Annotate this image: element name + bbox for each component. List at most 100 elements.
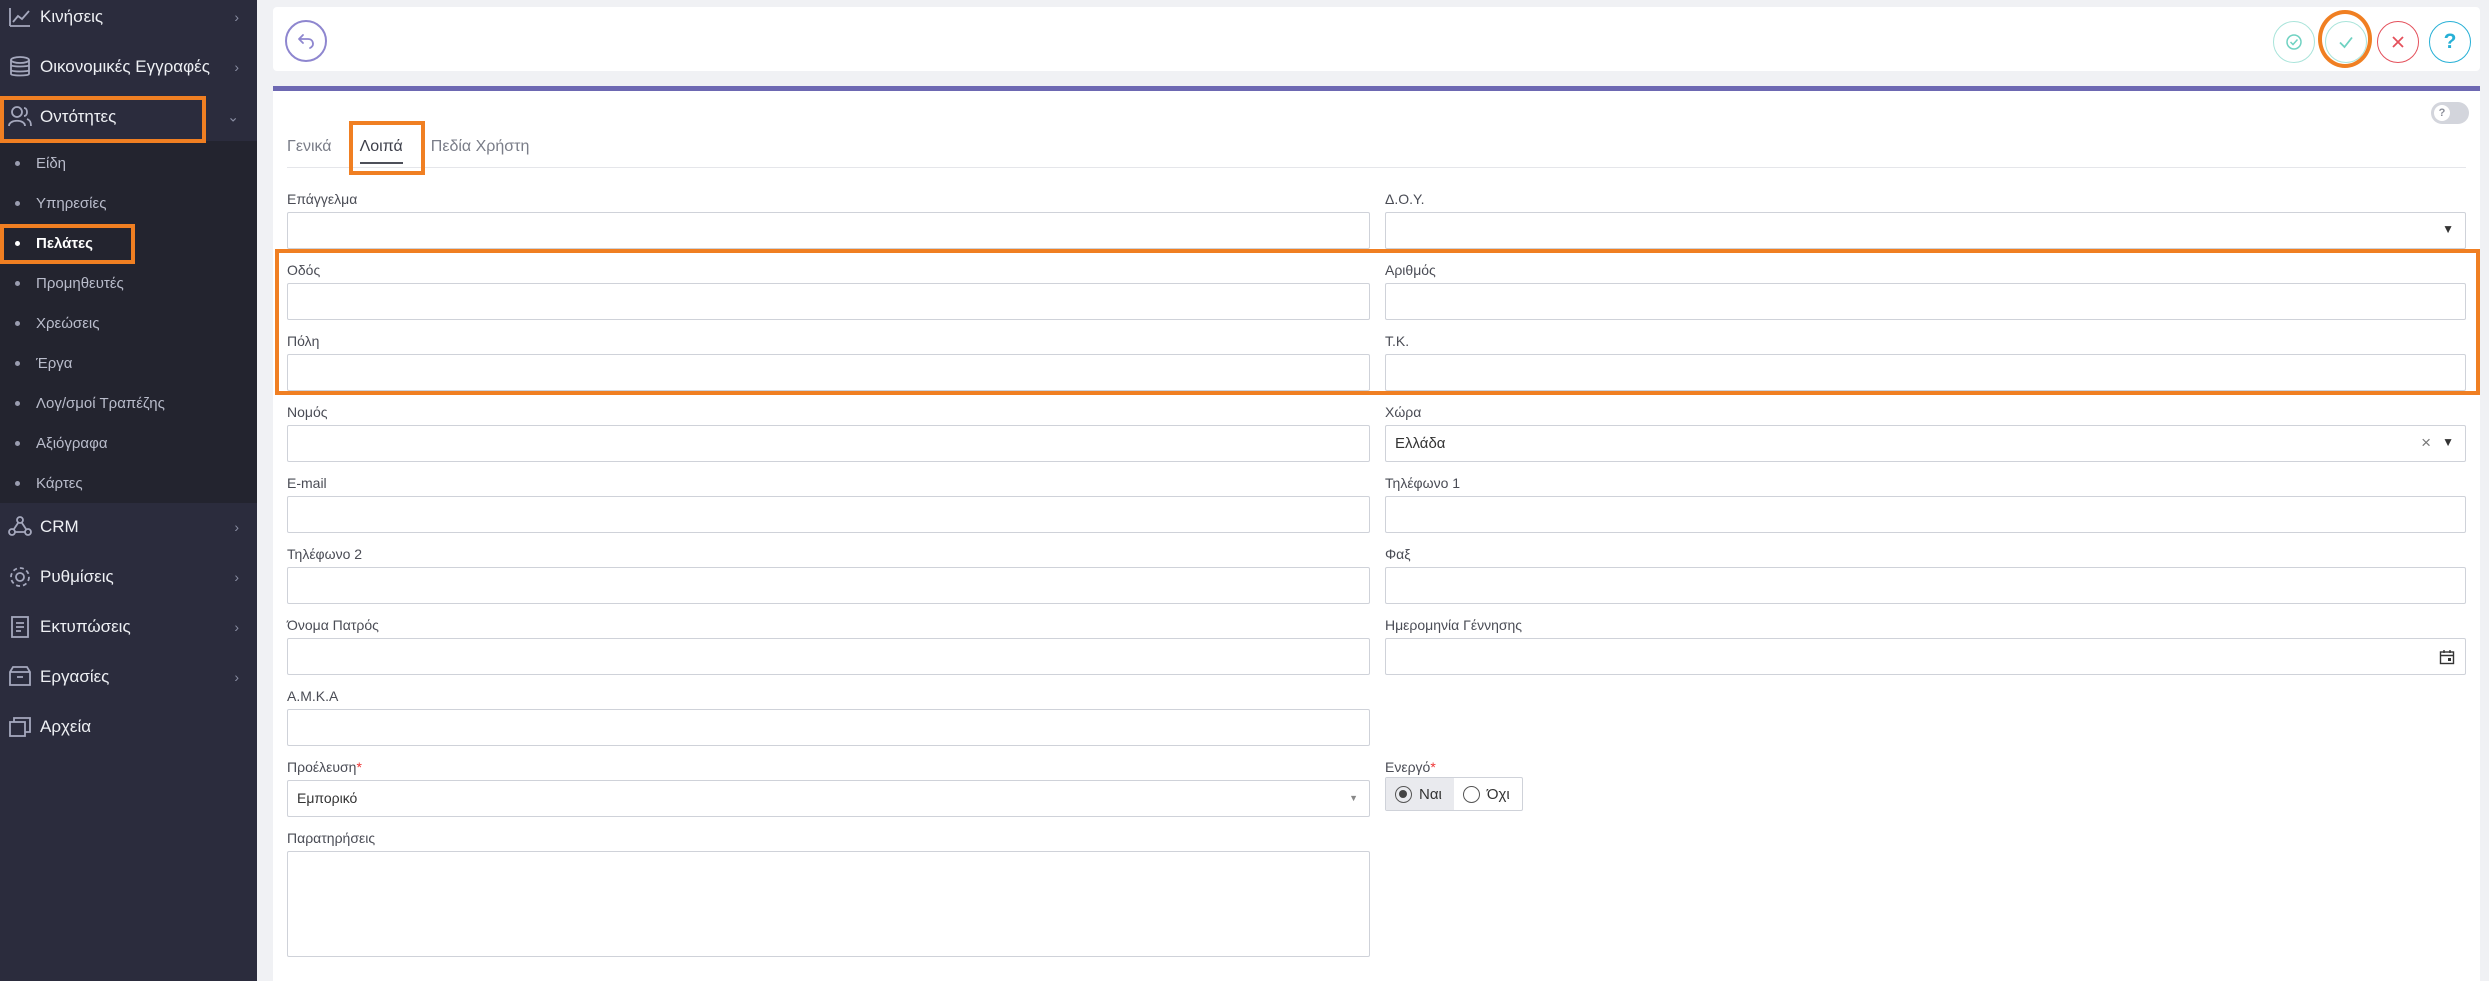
phone1-label: Τηλέφωνο 1	[1385, 475, 1461, 491]
submenu-item-charges[interactable]: Χρεώσεις	[0, 304, 257, 342]
submenu-label: Έργα	[36, 354, 73, 372]
clear-icon[interactable]: ×	[2421, 433, 2431, 453]
help-icon: ?	[2443, 30, 2457, 53]
amka-field[interactable]	[287, 709, 1370, 746]
submenu-label: Προμηθευτές	[36, 274, 124, 292]
entities-submenu: Είδη Υπηρεσίες Πελάτες Προμηθευτές Χρεώσ…	[0, 141, 257, 503]
form-tabs: Γενικά Λοιπά Πεδία Χρήστη	[287, 127, 557, 167]
city-field[interactable]	[287, 354, 1370, 391]
sidebar-item-settings[interactable]: Ρυθμίσεις ›	[0, 552, 257, 602]
required-mark: *	[1430, 759, 1436, 775]
submenu-item-projects[interactable]: Έργα	[0, 344, 257, 382]
radio-checked-icon	[1395, 785, 1412, 803]
back-button[interactable]	[285, 20, 327, 62]
sidebar-item-movements[interactable]: Κινήσεις ›	[0, 0, 257, 42]
bullet-icon	[15, 240, 20, 246]
postal-code-label: Τ.Κ.	[1385, 333, 1410, 349]
street-field[interactable]	[287, 283, 1370, 320]
tab-general[interactable]: Γενικά	[287, 138, 332, 156]
top-toolbar: ?	[273, 7, 2480, 71]
country-label: Χώρα	[1385, 404, 1422, 420]
father-name-field[interactable]	[287, 638, 1370, 675]
sidebar-item-label: Οικονομικές Εγγραφές	[40, 57, 210, 76]
street-label: Οδός	[287, 262, 321, 278]
country-select[interactable]: Ελλάδα × ▼	[1385, 425, 2466, 462]
number-label: Αριθμός	[1385, 262, 1436, 278]
phone1-field[interactable]	[1385, 496, 2466, 533]
fax-field[interactable]	[1385, 567, 2466, 604]
submenu-item-customers[interactable]: Πελάτες	[0, 224, 257, 262]
postal-code-field[interactable]	[1385, 354, 2466, 391]
submenu-item-services[interactable]: Υπηρεσίες	[0, 184, 257, 222]
active-label: Ενεργό*	[1385, 759, 1436, 775]
submenu-label: Κάρτες	[36, 474, 83, 492]
chevron-right-icon: ›	[234, 59, 239, 75]
calendar-icon[interactable]	[2439, 649, 2455, 665]
save-and-continue-button[interactable]	[2273, 21, 2315, 63]
birth-date-field[interactable]	[1385, 638, 2466, 675]
bullet-icon	[15, 200, 20, 206]
tab-other[interactable]: Λοιπά	[359, 138, 403, 164]
active-radio-group: Ναι Όχι	[1385, 777, 1523, 811]
sidebar-item-label: Εργασίες	[40, 667, 110, 686]
city-label: Πόλη	[287, 333, 320, 349]
bullet-icon	[15, 440, 20, 446]
bullet-icon	[15, 480, 20, 486]
submenu-item-bank-accounts[interactable]: Λογ/σμοί Τραπέζης	[0, 384, 257, 422]
help-toggle[interactable]: ?	[2431, 102, 2469, 124]
chart-icon	[0, 4, 40, 30]
chevron-down-icon: ⌄	[227, 108, 239, 125]
origin-label: Προέλευση*	[287, 759, 362, 775]
cancel-button[interactable]	[2377, 21, 2419, 63]
submenu-label: Είδη	[36, 154, 67, 172]
save-button[interactable]	[2325, 21, 2367, 63]
close-icon	[2392, 36, 2404, 48]
prefecture-field[interactable]	[287, 425, 1370, 462]
sidebar-item-tasks[interactable]: Εργασίες ›	[0, 652, 257, 702]
archive-box-icon	[0, 664, 40, 690]
help-button[interactable]: ?	[2429, 21, 2471, 63]
active-no-option[interactable]: Όχι	[1454, 778, 1522, 810]
crm-icon	[0, 514, 40, 540]
chevron-right-icon: ›	[234, 9, 239, 25]
sidebar-item-financial-entries[interactable]: Οικονομικές Εγγραφές ›	[0, 42, 257, 92]
origin-select[interactable]: Εμπορικό ▼	[287, 780, 1370, 817]
sidebar-item-label: Κινήσεις	[40, 7, 104, 26]
submenu-item-items[interactable]: Είδη	[0, 144, 257, 182]
active-yes-label: Ναι	[1419, 785, 1442, 803]
submenu-label: Λογ/σμοί Τραπέζης	[36, 394, 165, 412]
origin-value: Εμπορικό	[297, 790, 358, 806]
help-icon: ?	[2434, 105, 2450, 121]
phone2-field[interactable]	[287, 567, 1370, 604]
submenu-item-suppliers[interactable]: Προμηθευτές	[0, 264, 257, 302]
tab-user-fields[interactable]: Πεδία Χρήστη	[431, 138, 530, 156]
sidebar-item-label: Εκτυπώσεις	[40, 617, 131, 636]
active-label-text: Ενεργό	[1385, 759, 1431, 775]
profession-field[interactable]	[287, 212, 1370, 249]
bullet-icon	[15, 160, 20, 166]
number-field[interactable]	[1385, 283, 2466, 320]
sidebar-item-crm[interactable]: CRM ›	[0, 502, 257, 552]
notes-textarea[interactable]	[287, 851, 1370, 957]
email-field[interactable]	[287, 496, 1370, 533]
origin-label-text: Προέλευση	[287, 759, 357, 775]
submenu-item-securities[interactable]: Αξιόγραφα	[0, 424, 257, 462]
bullet-icon	[15, 280, 20, 286]
sidebar-item-files[interactable]: Αρχεία	[0, 702, 257, 752]
amka-label: Α.Μ.Κ.Α	[287, 688, 339, 704]
submenu-label: Χρεώσεις	[36, 314, 100, 332]
phone2-label: Τηλέφωνο 2	[287, 546, 363, 562]
father-name-label: Όνομα Πατρός	[287, 617, 379, 633]
sidebar-item-entities[interactable]: Οντότητες ⌄	[0, 92, 257, 142]
dropdown-arrow-icon: ▼	[1349, 793, 1358, 803]
tax-office-select[interactable]: ▼	[1385, 212, 2466, 249]
sidebar-item-label: CRM	[40, 517, 79, 536]
sidebar-item-prints[interactable]: Εκτυπώσεις ›	[0, 602, 257, 652]
active-yes-option[interactable]: Ναι	[1386, 778, 1454, 810]
submenu-item-cards[interactable]: Κάρτες	[0, 464, 257, 502]
dropdown-arrow-icon: ▼	[2442, 435, 2454, 449]
sidebar: Κινήσεις › Οικονομικές Εγγραφές › Οντότη…	[0, 0, 257, 981]
bullet-icon	[15, 320, 20, 326]
check-circle-icon	[2286, 34, 2302, 50]
radio-unchecked-icon	[1462, 785, 1480, 803]
